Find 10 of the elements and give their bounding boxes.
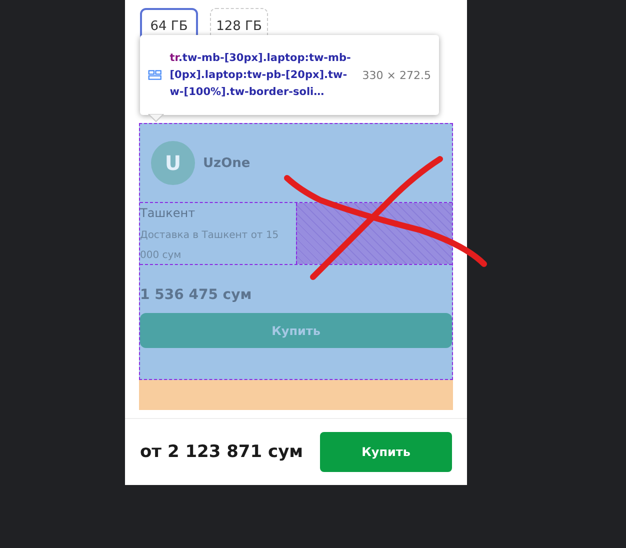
city-label: Ташкент — [140, 206, 196, 220]
offer-price: 1 536 475 сум — [140, 287, 253, 303]
element-selector: tr.tw-mb-[30px].laptop:tw-mb-[0px].laptop:tw-pb-[20px].tw-w-[100%].tw-border-soli… — [170, 50, 352, 100]
footer-price: от 2 123 871 сум — [140, 442, 304, 462]
element-size: 330 × 272.5 — [362, 68, 431, 82]
seller-name: UzOne — [203, 156, 250, 170]
seller-avatar: U — [151, 141, 195, 185]
buy-button[interactable]: Купить — [320, 432, 452, 472]
layout-icon — [148, 69, 162, 81]
delivery-text: Доставка в Ташкент от 15 000 сум — [140, 229, 280, 263]
